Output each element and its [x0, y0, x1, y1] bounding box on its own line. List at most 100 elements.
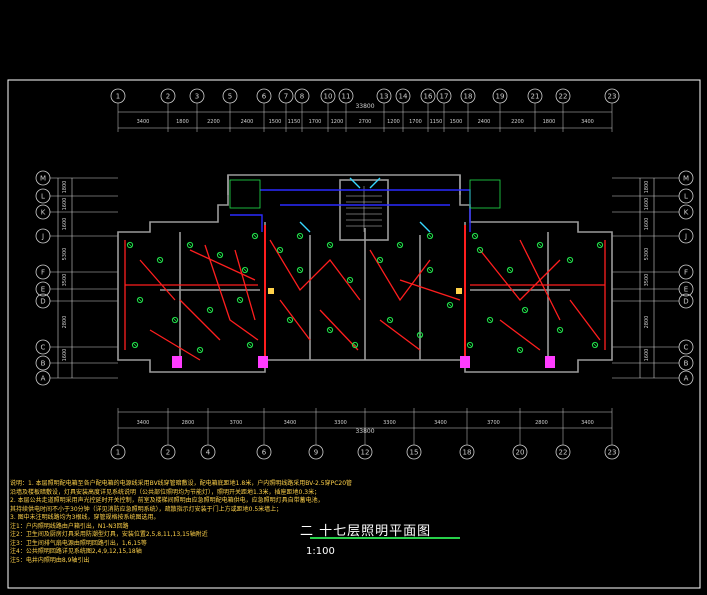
axis-bubble-left-C: C — [35, 339, 51, 355]
bottom-dim-1: 2800 — [182, 420, 195, 426]
light-fixture-36 — [251, 232, 259, 240]
side-dim-3-right: 5300 — [644, 248, 650, 261]
light-fixture-20 — [396, 241, 404, 249]
axis-bubble-top-5: 5 — [222, 88, 238, 104]
bottom-dim-7: 3700 — [487, 420, 500, 426]
top-dim-13: 2400 — [478, 119, 491, 125]
axis-bubble-top-3: 3 — [189, 88, 205, 104]
note-line: 其持续供电时间不小于30分钟（详见消防应急照明系统），疏散指示灯安装于门上方或距… — [10, 505, 283, 513]
bottom-dim-9: 3400 — [581, 420, 594, 426]
axis-bubble-top-19: 19 — [492, 88, 508, 104]
svg-text:A: A — [41, 375, 46, 383]
side-dim-0-right: 1800 — [644, 181, 650, 194]
svg-text:2: 2 — [166, 93, 170, 101]
light-fixture-8 — [236, 296, 244, 304]
top-dim-1: 1800 — [176, 119, 189, 125]
svg-text:F: F — [684, 269, 688, 277]
svg-text:18: 18 — [464, 93, 473, 101]
axis-bubble-top-8: 8 — [294, 88, 310, 104]
svg-text:C: C — [41, 344, 46, 352]
top-dim-9: 1200 — [387, 119, 400, 125]
bottom-dim-0: 3400 — [137, 420, 150, 426]
light-fixture-0 — [126, 241, 134, 249]
bottom-dim-4: 3300 — [334, 420, 347, 426]
light-fixture-24 — [446, 301, 454, 309]
note-line: 说明：1. 本层照明配电箱至各户配电箱的电源线采用BV线穿管暗敷设，配电箱底距地… — [10, 480, 353, 487]
axis-bubble-right-J: J — [678, 228, 694, 244]
side-dim-4-right: 3500 — [644, 274, 650, 287]
side-dim-6-left: 1600 — [62, 349, 68, 362]
axis-bubble-left-L: L — [35, 188, 51, 204]
bottom-dim-2: 3700 — [230, 420, 243, 426]
drawing-title-block: 二 十七层照明平面图1:100 — [300, 520, 460, 558]
svg-text:23: 23 — [608, 93, 617, 101]
light-fixture-5 — [136, 296, 144, 304]
stair — [346, 186, 382, 232]
svg-text:6: 6 — [262, 93, 267, 101]
bottom-dim-5: 3300 — [383, 420, 396, 426]
bottom-axis-bubbles: 1 2 4 6 9 12 15 18 20 22 23 — [110, 408, 620, 460]
axis-bubble-right-F: F — [678, 264, 694, 280]
side-dim-0-left: 1800 — [62, 181, 68, 194]
axis-bubble-top-1: 1 — [110, 88, 126, 104]
axis-bubble-top-10: 10 — [320, 88, 336, 104]
top-dimension-texts: 3400 1800 2200 2400 1500 1150 1700 1200 2700 1200… — [137, 119, 594, 125]
side-dim-2-right: 1600 — [644, 218, 650, 231]
note-line: 2. 本层公共走道照明采用声光控延时开关控制，前室及楼梯间照明由应急照明配电箱供… — [10, 497, 324, 504]
svg-text:J: J — [41, 233, 44, 241]
title-underline — [310, 537, 460, 539]
axis-bubble-right-K: K — [678, 204, 694, 220]
svg-text:22: 22 — [559, 449, 568, 457]
light-fixture-31 — [521, 306, 529, 314]
light-fixture-39 — [426, 232, 434, 240]
top-axis-bubbles: 1 2 3 5 6 7 8 10 11 13 14 16 17 18 19 21 22 23 — [110, 88, 620, 132]
axis-bubble-top-18: 18 — [460, 88, 476, 104]
side-dim-2-left: 1600 — [62, 218, 68, 231]
svg-text:4: 4 — [206, 449, 211, 457]
axis-bubble-left-K: K — [35, 204, 51, 220]
axis-bubble-right-M: M — [678, 170, 694, 186]
axis-bubble-left-B: B — [35, 355, 51, 371]
axis-bubble-left-J: J — [35, 228, 51, 244]
svg-text:5: 5 — [228, 93, 232, 101]
axis-bubble-bottom-6: 6 — [256, 444, 272, 460]
svg-text:K: K — [684, 209, 689, 217]
svg-text:15: 15 — [410, 449, 419, 457]
light-fixture-16 — [286, 316, 294, 324]
light-fixture-30 — [486, 316, 494, 324]
svg-text:20: 20 — [516, 449, 525, 457]
left-axis-bubbles: M LK J F ED CBA — [35, 170, 118, 386]
svg-text:23: 23 — [608, 449, 617, 457]
light-fixture-28 — [566, 256, 574, 264]
svg-text:10: 10 — [324, 93, 333, 101]
axis-bubble-left-M: M — [35, 170, 51, 186]
axis-bubble-top-17: 17 — [436, 88, 452, 104]
svg-text:D: D — [683, 298, 688, 306]
top-dim-10: 1700 — [409, 119, 422, 125]
top-dim-11: 1150 — [430, 119, 443, 125]
axis-bubble-top-14: 14 — [395, 88, 411, 104]
light-fixture-27 — [536, 241, 544, 249]
svg-text:M: M — [40, 175, 46, 183]
light-fixture-15 — [346, 276, 354, 284]
light-fixture-11 — [246, 341, 254, 349]
light-fixture-4 — [241, 266, 249, 274]
svg-text:A: A — [684, 375, 689, 383]
svg-text:3: 3 — [195, 93, 199, 101]
svg-text:B: B — [684, 360, 689, 368]
light-fixture-13 — [296, 266, 304, 274]
svg-text:M: M — [683, 175, 689, 183]
axis-bubble-left-F: F — [35, 264, 51, 280]
light-fixture-22 — [386, 316, 394, 324]
svg-text:22: 22 — [559, 93, 568, 101]
svg-text:7: 7 — [284, 93, 288, 101]
top-dim-2: 2200 — [207, 119, 220, 125]
top-dim-16: 3400 — [581, 119, 594, 125]
axis-bubble-left-A: A — [35, 370, 51, 386]
axis-bubble-bottom-9: 9 — [308, 444, 324, 460]
axis-bubble-bottom-2: 2 — [160, 444, 176, 460]
light-fixture-38 — [296, 232, 304, 240]
svg-text:16: 16 — [424, 93, 433, 101]
axis-bubble-bottom-12: 12 — [357, 444, 373, 460]
axis-bubble-bottom-15: 15 — [406, 444, 422, 460]
